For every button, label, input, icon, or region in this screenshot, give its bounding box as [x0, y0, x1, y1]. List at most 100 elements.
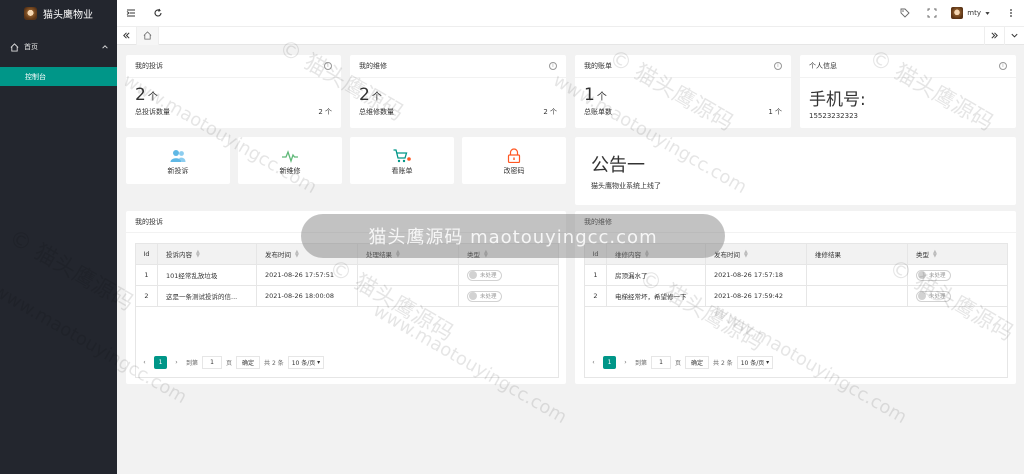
- prev-page-button[interactable]: ‹: [587, 356, 600, 369]
- quick-label: 新投诉: [167, 167, 189, 175]
- table-row[interactable]: 2 这是一条测试投诉的信... 2021-08-26 18:00:08 未处理: [136, 286, 558, 307]
- goto-confirm-button[interactable]: 确定: [685, 356, 710, 369]
- info-icon[interactable]: i: [999, 62, 1007, 70]
- next-page-button[interactable]: ›: [619, 356, 632, 369]
- sidebar-item-home[interactable]: 首页: [0, 27, 117, 67]
- tab-scroll-right-button[interactable]: [984, 26, 1004, 45]
- sort-icon[interactable]: ▲ ▼: [295, 250, 299, 259]
- table-row[interactable]: 1 房顶漏水了 2021-08-26 17:57:18 未处理: [585, 265, 1007, 286]
- cell-status: 未处理: [908, 265, 1007, 285]
- card-title: 我的投诉: [135, 62, 163, 70]
- quick-view-bills-button[interactable]: 看账单: [350, 137, 454, 184]
- stat-foot-label: 总维修数量: [359, 108, 394, 116]
- user-name: mty: [967, 9, 981, 17]
- status-switch[interactable]: 未处理: [467, 269, 502, 281]
- total-count: 共 2 条: [264, 360, 284, 367]
- quick-change-password-button[interactable]: 改密码: [462, 137, 566, 184]
- stat-foot-value: 1 个: [768, 108, 782, 116]
- card-title: 个人信息: [809, 62, 837, 70]
- cell-content: 101经常乱放垃圾: [158, 265, 257, 285]
- stat-value: 2: [359, 85, 370, 105]
- fullscreen-button[interactable]: [918, 0, 945, 27]
- goto-confirm-button[interactable]: 确定: [236, 356, 261, 369]
- sidebar-item-console-label: 控制台: [25, 72, 46, 81]
- app-logo[interactable]: 猫头鹰物业: [0, 0, 117, 27]
- stat-foot-value: 2 个: [318, 108, 332, 116]
- cell-time: 2021-08-26 17:57:18: [706, 265, 807, 285]
- tab-bar: [117, 26, 1024, 45]
- notice-card: 公告一 猫头鹰物业系统上线了: [575, 137, 1016, 205]
- sidebar-item-console[interactable]: 控制台: [0, 67, 117, 86]
- sort-icon[interactable]: ▲ ▼: [196, 250, 200, 259]
- status-switch[interactable]: 未处理: [916, 269, 951, 281]
- quick-label: 看账单: [391, 167, 413, 175]
- goto-label: 到第: [186, 360, 199, 367]
- double-chevron-left-icon: [123, 32, 130, 39]
- user-menu[interactable]: mty: [945, 7, 997, 19]
- card-title: 我的账单: [584, 62, 612, 70]
- chevron-down-icon: [1011, 33, 1018, 38]
- stat-unit: 个: [596, 92, 607, 103]
- column-header[interactable]: 维修结果: [807, 244, 908, 264]
- caret-down-icon: [985, 11, 990, 15]
- goto-label: 到第: [635, 360, 648, 367]
- cell-result: [807, 265, 908, 285]
- goto-page-input[interactable]: 1: [202, 356, 223, 369]
- info-icon[interactable]: i: [774, 62, 782, 70]
- page-size-select[interactable]: 10 条/页 ▾: [736, 356, 774, 369]
- cell-status: 未处理: [459, 265, 558, 285]
- profile-card: 个人信息 i 手机号: 15523232323: [800, 55, 1016, 128]
- page-button-current[interactable]: 1: [603, 356, 616, 369]
- notice-text: 猫头鹰物业系统上线了: [591, 182, 661, 190]
- users-icon: [170, 150, 186, 162]
- tab-scroll-left-button[interactable]: [117, 26, 137, 45]
- sort-icon[interactable]: ▲ ▼: [933, 250, 937, 259]
- phone-number: 15523232323: [809, 112, 858, 120]
- sidebar-item-home-label: 首页: [24, 43, 38, 51]
- theme-button[interactable]: [891, 0, 918, 27]
- column-header[interactable]: 类型 ▲ ▼: [908, 244, 1007, 264]
- more-button[interactable]: [997, 0, 1024, 27]
- page-size-select[interactable]: 10 条/页 ▾: [287, 356, 325, 369]
- page-label: 页: [675, 360, 682, 367]
- stat-card-complaints: 我的投诉 i 2个 总投诉数量 2 个: [126, 55, 341, 128]
- stat-unit: 个: [147, 92, 158, 103]
- status-switch[interactable]: 未处理: [467, 290, 502, 302]
- cell-time: 2021-08-26 17:59:42: [706, 286, 807, 306]
- chevron-up-icon: [102, 45, 108, 49]
- sort-icon[interactable]: ▲ ▼: [744, 250, 748, 259]
- refresh-button[interactable]: [144, 0, 171, 27]
- cell-time: 2021-08-26 17:57:51: [257, 265, 358, 285]
- quick-new-repair-button[interactable]: 新维修: [238, 137, 342, 184]
- page-button-current[interactable]: 1: [154, 356, 167, 369]
- repairs-pagination: ‹ 1 › 到第 1 页 确定 共 2 条 10 条/页 ▾: [587, 356, 774, 369]
- pulse-icon: [282, 150, 298, 163]
- owl-logo-icon: [24, 7, 37, 20]
- prev-page-button[interactable]: ‹: [138, 356, 151, 369]
- cell-result: [358, 265, 459, 285]
- next-page-button[interactable]: ›: [170, 356, 183, 369]
- avatar: [951, 7, 964, 19]
- table-row[interactable]: 1 101经常乱放垃圾 2021-08-26 17:57:51 未处理: [136, 265, 558, 286]
- column-header[interactable]: 投诉内容 ▲ ▼: [158, 244, 257, 264]
- info-icon[interactable]: i: [549, 62, 557, 70]
- cell-id: 2: [585, 286, 607, 306]
- info-icon[interactable]: i: [324, 62, 332, 70]
- stat-card-repairs: 我的维修 i 2个 总维修数量 2 个: [350, 55, 566, 128]
- cell-status: 未处理: [459, 286, 558, 306]
- notice-title: 公告一: [591, 155, 645, 176]
- cell-content: 房顶漏水了: [607, 265, 706, 285]
- stat-value: 2: [135, 85, 146, 105]
- top-header: mty: [117, 0, 1024, 27]
- tab-options-button[interactable]: [1004, 26, 1024, 45]
- stat-foot-value: 2 个: [543, 108, 557, 116]
- table-row[interactable]: 2 电梯经常坏，希望修一下 2021-08-26 17:59:42 未处理: [585, 286, 1007, 307]
- goto-page-input[interactable]: 1: [651, 356, 672, 369]
- fullscreen-icon: [927, 8, 937, 18]
- stat-foot-label: 总账单数: [584, 108, 612, 116]
- quick-new-complaint-button[interactable]: 新投诉: [126, 137, 230, 184]
- more-vertical-icon: [1009, 9, 1012, 17]
- menu-toggle-button[interactable]: [117, 0, 144, 27]
- status-switch[interactable]: 未处理: [916, 290, 951, 302]
- tab-home[interactable]: [137, 26, 159, 45]
